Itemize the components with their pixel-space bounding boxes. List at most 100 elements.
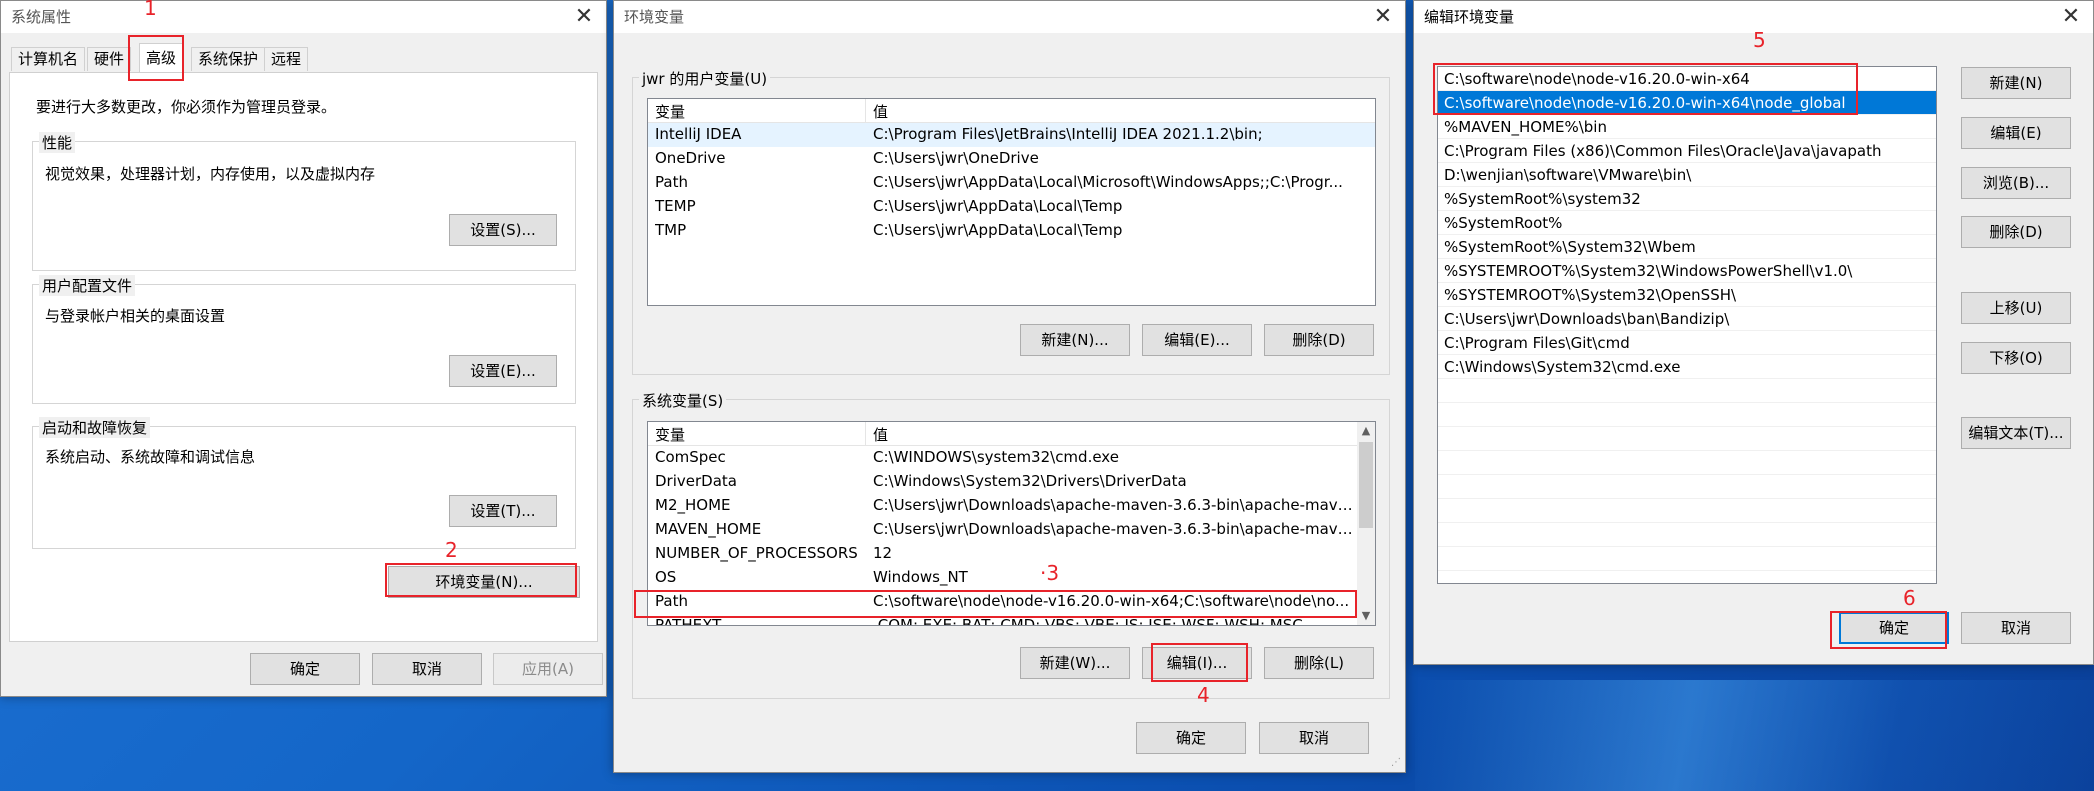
scroll-thumb[interactable]: [1359, 442, 1373, 528]
table-row[interactable]: TEMP C:\Users\jwr\AppData\Local\Temp: [648, 195, 1375, 219]
cancel-button[interactable]: 取消: [1259, 722, 1369, 754]
user-delete-button[interactable]: 删除(D): [1264, 324, 1374, 356]
list-item[interactable]: %SystemRoot%\system32: [1438, 187, 1936, 211]
table-row[interactable]: IntelliJ IDEA C:\Program Files\JetBrains…: [648, 123, 1375, 147]
ok-button[interactable]: 确定: [250, 653, 360, 685]
empty-row: [1438, 499, 1936, 523]
variable-name: NUMBER_OF_PROCESSORS: [655, 544, 858, 562]
window-title: 环境变量: [624, 8, 685, 26]
column-variable[interactable]: 变量: [655, 424, 685, 445]
list-item[interactable]: %SystemRoot%\System32\Wbem: [1438, 235, 1936, 259]
variable-value: Windows_NT: [873, 568, 968, 586]
user-variables-list[interactable]: 变量 值 IntelliJ IDEA C:\Program Files\JetB…: [647, 98, 1376, 306]
variable-value: 12: [873, 544, 893, 562]
user-new-button[interactable]: 新建(N)...: [1020, 324, 1130, 356]
scroll-up-icon[interactable]: ▲: [1357, 422, 1375, 440]
list-item[interactable]: C:\Program Files\Git\cmd: [1438, 331, 1936, 355]
ok-button[interactable]: 确定: [1839, 612, 1949, 644]
user-edit-button[interactable]: 编辑(E)...: [1142, 324, 1252, 356]
empty-row: [1438, 427, 1936, 451]
variable-value: C:\Windows\System32\Drivers\DriverData: [873, 472, 1187, 490]
variable-name: TMP: [655, 221, 687, 239]
user-profile-settings-button[interactable]: 设置(E)...: [449, 355, 557, 387]
list-item[interactable]: C:\Program Files (x86)\Common Files\Orac…: [1438, 139, 1936, 163]
variable-name: PATHEXT: [655, 616, 722, 626]
table-row[interactable]: NUMBER_OF_PROCESSORS 12: [648, 542, 1375, 566]
list-item[interactable]: C:\Users\jwr\Downloads\ban\Bandizip\: [1438, 307, 1936, 331]
edit-button[interactable]: 编辑(E): [1961, 117, 2071, 149]
cancel-button[interactable]: 取消: [1961, 612, 2071, 644]
step-1-label: 1: [144, 0, 157, 20]
empty-row: [1438, 379, 1936, 403]
variable-value: C:\Users\jwr\OneDrive: [873, 149, 1039, 167]
table-row[interactable]: ComSpec C:\WINDOWS\system32\cmd.exe: [648, 446, 1375, 470]
table-row[interactable]: OneDrive C:\Users\jwr\OneDrive: [648, 147, 1375, 171]
browse-button[interactable]: 浏览(B)...: [1961, 167, 2071, 199]
edit-environment-variable-window: 编辑环境变量 ✕ C:\software\node\node-v16.20.0-…: [1413, 0, 2094, 665]
column-variable[interactable]: 变量: [655, 101, 685, 122]
scroll-down-icon[interactable]: ▼: [1357, 607, 1375, 625]
resize-grip-icon[interactable]: ⋰: [1391, 758, 1403, 770]
tab-remote[interactable]: 远程: [264, 47, 309, 71]
column-value[interactable]: 值: [873, 424, 888, 445]
tab-computer-name[interactable]: 计算机名: [11, 47, 86, 71]
table-row[interactable]: TMP C:\Users\jwr\AppData\Local\Temp: [648, 219, 1375, 243]
startup-recovery-label: 启动和故障恢复: [39, 417, 151, 438]
tab-advanced[interactable]: 高级: [139, 43, 184, 72]
system-variables-list[interactable]: 变量 值 ComSpec C:\WINDOWS\system32\cmd.exe…: [647, 421, 1376, 626]
user-profile-label: 用户配置文件: [39, 275, 136, 296]
performance-settings-button[interactable]: 设置(S)...: [449, 214, 557, 246]
system-edit-button[interactable]: 编辑(I)...: [1142, 647, 1252, 679]
apply-button[interactable]: 应用(A): [493, 653, 603, 685]
table-row[interactable]: Path C:\Users\jwr\AppData\Local\Microsof…: [648, 171, 1375, 195]
table-row[interactable]: DriverData C:\Windows\System32\Drivers\D…: [648, 470, 1375, 494]
variable-name: Path: [655, 173, 688, 191]
variable-name: M2_HOME: [655, 496, 731, 514]
new-button[interactable]: 新建(N): [1961, 67, 2071, 99]
variable-name: DriverData: [655, 472, 737, 490]
tab-panel: 要进行大多数更改，你必须作为管理员登录。 性能 视觉效果，处理器计划，内存使用，…: [9, 72, 598, 642]
list-item[interactable]: %SYSTEMROOT%\System32\OpenSSH\: [1438, 283, 1936, 307]
table-row[interactable]: MAVEN_HOME C:\Users\jwr\Downloads\apache…: [648, 518, 1375, 542]
close-icon[interactable]: ✕: [1369, 3, 1397, 31]
column-value[interactable]: 值: [873, 101, 888, 122]
vertical-scrollbar[interactable]: ▲ ▼: [1357, 422, 1375, 625]
system-new-button[interactable]: 新建(W)...: [1020, 647, 1130, 679]
variable-value: C:\Users\jwr\Downloads\apache-maven-3.6.…: [873, 520, 1353, 538]
delete-button[interactable]: 删除(D): [1961, 216, 2071, 248]
step-5-label: 5: [1753, 28, 1766, 52]
user-variables-label: jwr 的用户变量(U): [639, 68, 771, 89]
move-up-button[interactable]: 上移(U): [1961, 292, 2071, 324]
ok-button[interactable]: 确定: [1136, 722, 1246, 754]
variable-value: .COM;.EXE;.BAT;.CMD;.VBS;.VBE;.JS;.JSE;.…: [873, 616, 1303, 626]
list-item[interactable]: %MAVEN_HOME%\bin: [1438, 115, 1936, 139]
table-row[interactable]: PATHEXT .COM;.EXE;.BAT;.CMD;.VBS;.VBE;.J…: [648, 614, 1375, 626]
table-row[interactable]: M2_HOME C:\Users\jwr\Downloads\apache-ma…: [648, 494, 1375, 518]
list-item[interactable]: C:\software\node\node-v16.20.0-win-x64\n…: [1438, 91, 1936, 115]
list-item[interactable]: C:\Windows\System32\cmd.exe: [1438, 355, 1936, 379]
list-header: 变量 值: [648, 422, 1375, 446]
empty-row: [1438, 547, 1936, 571]
path-entries-list[interactable]: C:\software\node\node-v16.20.0-win-x64 C…: [1437, 66, 1937, 584]
close-icon[interactable]: ✕: [570, 3, 598, 31]
system-delete-button[interactable]: 删除(L): [1264, 647, 1374, 679]
variable-value: C:\Users\jwr\AppData\Local\Temp: [873, 197, 1123, 215]
table-row[interactable]: Path C:\software\node\node-v16.20.0-win-…: [648, 590, 1375, 614]
list-item[interactable]: %SYSTEMROOT%\System32\WindowsPowerShell\…: [1438, 259, 1936, 283]
list-item[interactable]: C:\software\node\node-v16.20.0-win-x64: [1438, 67, 1936, 91]
move-down-button[interactable]: 下移(O): [1961, 342, 2071, 374]
empty-row: [1438, 523, 1936, 547]
tab-system-protection[interactable]: 系统保护: [191, 47, 266, 71]
title-bar: 环境变量 ✕: [614, 1, 1405, 33]
variable-name: OneDrive: [655, 149, 726, 167]
close-icon[interactable]: ✕: [2057, 3, 2085, 31]
user-profile-group: 用户配置文件 与登录帐户相关的桌面设置 设置(E)...: [32, 275, 576, 404]
tab-hardware[interactable]: 硬件: [87, 47, 132, 71]
startup-recovery-settings-button[interactable]: 设置(T)...: [449, 495, 557, 527]
cancel-button[interactable]: 取消: [372, 653, 482, 685]
edit-text-button[interactable]: 编辑文本(T)...: [1961, 417, 2071, 449]
table-row[interactable]: OS Windows_NT: [648, 566, 1375, 590]
environment-variables-button[interactable]: 环境变量(N)...: [388, 566, 580, 598]
list-item[interactable]: %SystemRoot%: [1438, 211, 1936, 235]
list-item[interactable]: D:\wenjian\software\VMware\bin\: [1438, 163, 1936, 187]
